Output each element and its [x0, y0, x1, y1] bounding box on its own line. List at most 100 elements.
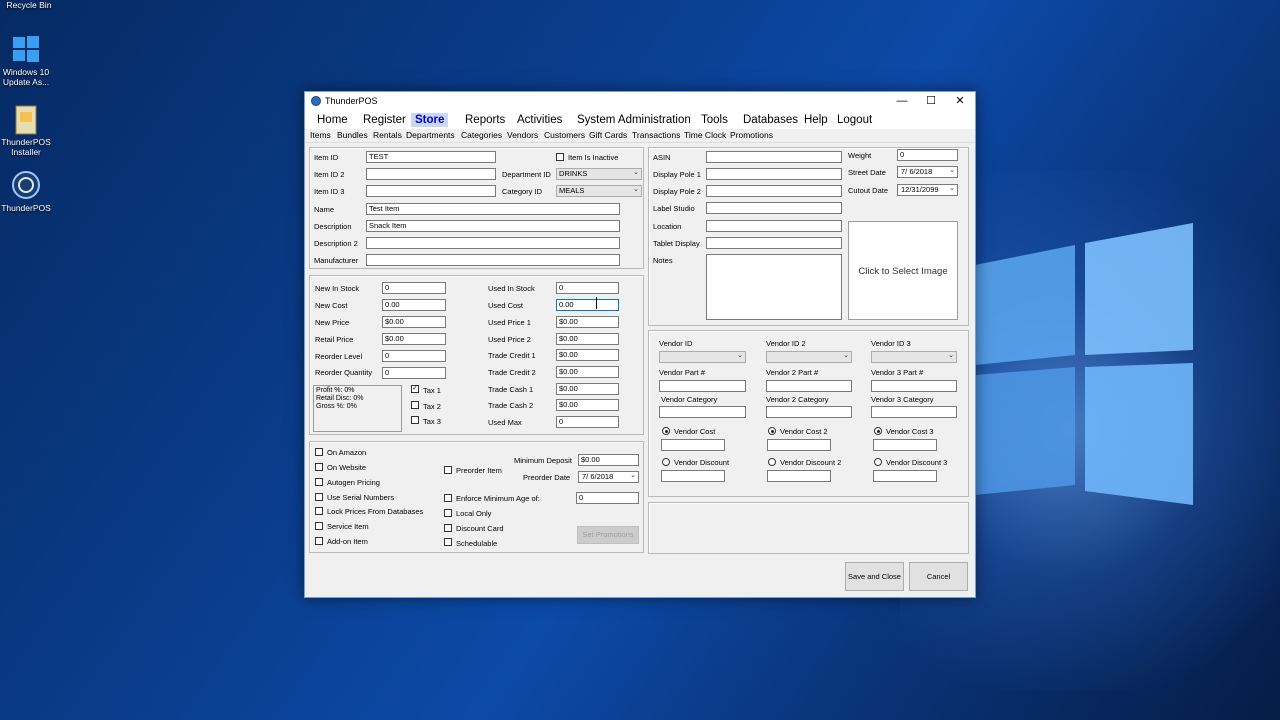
submenu-vendors[interactable]: Vendors — [507, 130, 538, 140]
vendor-discount-radio[interactable] — [662, 458, 670, 466]
notes-textarea[interactable] — [706, 254, 842, 320]
trade-cash1-input[interactable]: $0.00 — [556, 383, 619, 395]
description2-input[interactable] — [366, 237, 620, 249]
vendor-cost3-radio[interactable] — [874, 427, 882, 435]
close-button[interactable]: ✕ — [945, 92, 975, 111]
submenu-transactions[interactable]: Transactions — [632, 130, 680, 140]
preorder-date-picker[interactable]: 7/ 6/2018 ⌄ — [578, 471, 639, 483]
name-input[interactable]: Test Item — [366, 203, 620, 215]
trade-credit2-input[interactable]: $0.00 — [556, 366, 619, 378]
menu-system-administration[interactable]: System Administration — [573, 113, 695, 127]
menu-databases[interactable]: Databases — [739, 113, 802, 127]
display-pole2-input[interactable] — [706, 185, 842, 197]
vendor-discount3-radio[interactable] — [874, 458, 882, 466]
item-inactive-checkbox[interactable] — [556, 153, 564, 161]
vendor-part-input[interactable] — [659, 380, 746, 392]
vendor-discount2-input[interactable] — [767, 470, 831, 482]
autogen-pricing-checkbox[interactable] — [315, 478, 323, 486]
vendor2-part-input[interactable] — [766, 380, 852, 392]
vendor-discount2-radio[interactable] — [768, 458, 776, 466]
desktop-icon-thunderpos[interactable]: ThunderPOS — [0, 170, 56, 213]
retail-price-input[interactable]: $0.00 — [382, 333, 446, 345]
lock-prices-checkbox[interactable] — [315, 507, 323, 515]
submenu-bundles[interactable]: Bundles — [337, 130, 368, 140]
street-date-picker[interactable]: 7/ 6/2018 ⌄ — [897, 166, 958, 178]
weight-input[interactable]: 0 — [897, 149, 958, 161]
vendor-category-input[interactable] — [659, 406, 746, 418]
manufacturer-input[interactable] — [366, 254, 620, 266]
addon-item-checkbox[interactable] — [315, 537, 323, 545]
submenu-customers[interactable]: Customers — [544, 130, 585, 140]
vendor-cost2-input[interactable] — [767, 439, 831, 451]
on-amazon-checkbox[interactable] — [315, 448, 323, 456]
cutout-date-picker[interactable]: 12/31/2099 ⌄ — [897, 184, 958, 196]
tax2-checkbox[interactable] — [411, 401, 419, 409]
submenu-rentals[interactable]: Rentals — [373, 130, 402, 140]
trade-cash2-input[interactable]: $0.00 — [556, 399, 619, 411]
menu-home[interactable]: Home — [313, 113, 352, 127]
submenu-time-clock[interactable]: Time Clock — [684, 130, 726, 140]
min-deposit-input[interactable]: $0.00 — [578, 454, 639, 466]
enforce-age-checkbox[interactable] — [444, 494, 452, 502]
location-input[interactable] — [706, 220, 842, 232]
menu-register[interactable]: Register — [359, 113, 410, 127]
label-studio-input[interactable] — [706, 202, 842, 214]
enforce-age-input[interactable]: 0 — [576, 492, 639, 504]
used-price2-input[interactable]: $0.00 — [556, 333, 619, 345]
vendor-cost3-input[interactable] — [873, 439, 937, 451]
used-price1-input[interactable]: $0.00 — [556, 316, 619, 328]
menu-reports[interactable]: Reports — [461, 113, 509, 127]
vendor-id-select[interactable]: ⌄ — [659, 351, 746, 363]
reorder-qty-input[interactable]: 0 — [382, 367, 446, 379]
vendor-cost-radio[interactable] — [662, 427, 670, 435]
submenu-categories[interactable]: Categories — [461, 130, 502, 140]
vendor-cost-input[interactable] — [661, 439, 725, 451]
on-website-checkbox[interactable] — [315, 463, 323, 471]
desktop-icon-thunderpos-installer[interactable]: ThunderPOS Installer — [0, 104, 56, 157]
description-input[interactable]: Snack Item — [366, 220, 620, 232]
new-cost-input[interactable]: 0.00 — [382, 299, 446, 311]
discount-card-checkbox[interactable] — [444, 524, 452, 532]
menu-logout[interactable]: Logout — [833, 113, 876, 127]
tax1-checkbox[interactable]: ✓ — [411, 385, 419, 393]
preorder-item-checkbox[interactable] — [444, 466, 452, 474]
used-in-stock-input[interactable]: 0 — [556, 282, 619, 294]
schedulable-checkbox[interactable] — [444, 538, 452, 546]
submenu-departments[interactable]: Departments — [406, 130, 455, 140]
tablet-display-input[interactable] — [706, 237, 842, 249]
set-promotions-button[interactable]: Set Promotions — [577, 526, 639, 544]
maximize-button[interactable]: ☐ — [916, 92, 946, 111]
menu-tools[interactable]: Tools — [697, 113, 732, 127]
used-max-input[interactable]: 0 — [556, 416, 619, 428]
reorder-level-input[interactable]: 0 — [382, 350, 446, 362]
vendor-discount-input[interactable] — [661, 470, 725, 482]
vendor-id3-select[interactable]: ⌄ — [871, 351, 957, 363]
item-id2-input[interactable] — [366, 168, 496, 180]
asin-input[interactable] — [706, 151, 842, 163]
menu-store[interactable]: Store — [411, 113, 449, 127]
local-only-checkbox[interactable] — [444, 509, 452, 517]
item-id-input[interactable]: TEST — [366, 151, 496, 163]
vendor3-part-input[interactable] — [871, 380, 957, 392]
desktop-icon-windows-update[interactable]: Windows 10 Update As... — [0, 34, 56, 87]
vendor2-category-input[interactable] — [766, 406, 852, 418]
vendor-discount3-input[interactable] — [873, 470, 937, 482]
submenu-promotions[interactable]: Promotions — [730, 130, 773, 140]
item-id3-input[interactable] — [366, 185, 496, 197]
used-cost-input[interactable]: 0.00 — [556, 299, 619, 311]
department-select[interactable]: DRINKS ⌄ — [556, 168, 642, 180]
service-item-checkbox[interactable] — [315, 522, 323, 530]
tax3-checkbox[interactable] — [411, 416, 419, 424]
minimize-button[interactable]: — — [887, 92, 917, 111]
submenu-gift-cards[interactable]: Gift Cards — [589, 130, 627, 140]
item-image-box[interactable]: Click to Select Image — [848, 221, 958, 320]
menu-help[interactable]: Help — [800, 113, 832, 127]
submenu-items[interactable]: Items — [310, 130, 331, 140]
vendor-id2-select[interactable]: ⌄ — [766, 351, 852, 363]
cancel-button[interactable]: Cancel — [909, 562, 968, 591]
display-pole1-input[interactable] — [706, 168, 842, 180]
new-price-input[interactable]: $0.00 — [382, 316, 446, 328]
category-select[interactable]: MEALS ⌄ — [556, 185, 642, 197]
desktop-icon-recycle-bin[interactable]: Recycle Bin — [0, 0, 58, 10]
vendor-cost2-radio[interactable] — [768, 427, 776, 435]
